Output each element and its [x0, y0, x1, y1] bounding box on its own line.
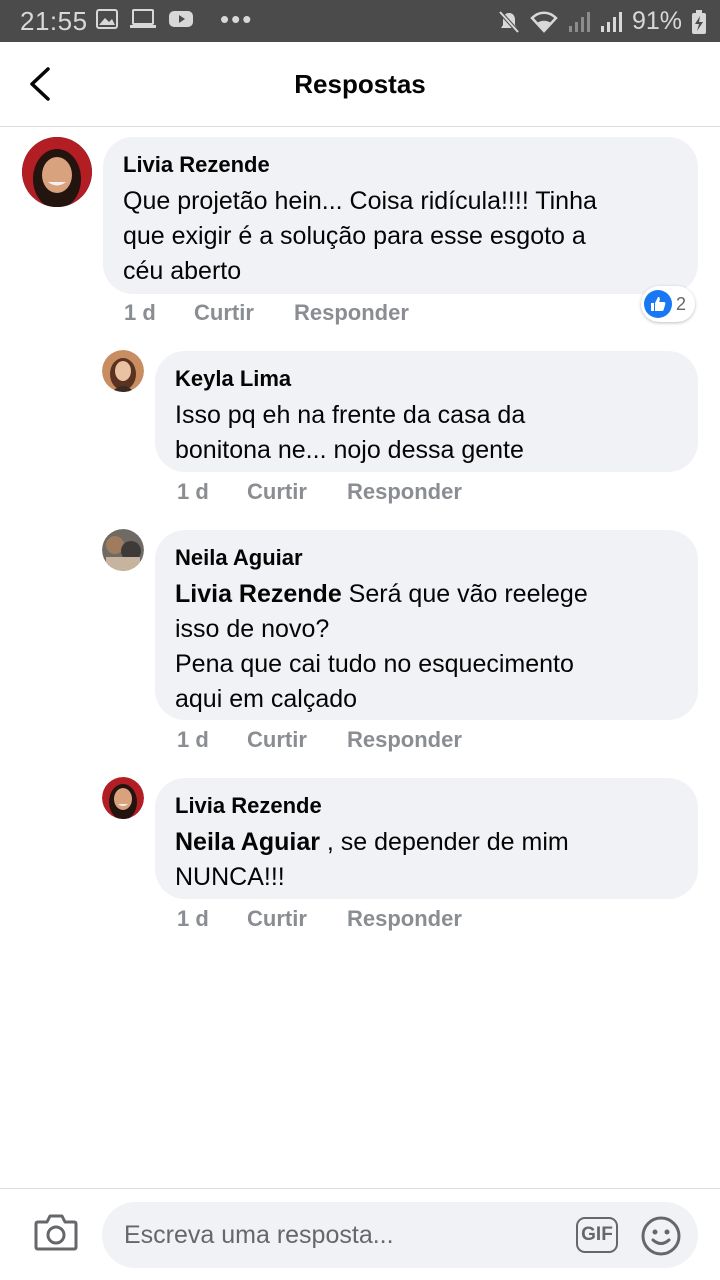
reply-button[interactable]: Responder	[347, 727, 462, 753]
battery-percent: 91%	[631, 7, 682, 35]
smiley-icon	[641, 1216, 681, 1256]
comment-author[interactable]: Keyla Lima	[175, 365, 678, 393]
camera-button[interactable]	[34, 1213, 78, 1256]
comment-time: 1 d	[177, 479, 209, 504]
page-title: Respostas	[294, 69, 426, 99]
status-bar: 21:55 ••• 91%	[0, 0, 720, 42]
signal-icon	[600, 11, 622, 32]
battery-charging-icon	[692, 9, 706, 34]
comment-actions: 1 d Curtir Responder	[177, 727, 462, 753]
comment-author[interactable]: Livia Rezende	[175, 792, 678, 820]
mute-icon	[498, 10, 520, 33]
comment-time: 1 d	[177, 906, 209, 931]
comment-text: Isso pq eh na frente da casa da bonitona…	[175, 401, 526, 464]
signal-icon	[568, 11, 590, 32]
replies-header: Respostas	[0, 42, 720, 127]
reply-button[interactable]: Responder	[294, 300, 409, 326]
reply-button[interactable]: Responder	[347, 906, 462, 932]
comment-bubble[interactable]: Livia Rezende Neila Aguiar , se depender…	[155, 778, 698, 899]
comment-actions: 1 d Curtir Responder	[177, 906, 462, 932]
comment-actions: 1 d Curtir Responder	[177, 479, 462, 505]
comment-bubble[interactable]: Neila Aguiar Livia Rezende Será que vão …	[155, 530, 698, 720]
mention-link[interactable]: Livia Rezende	[175, 580, 342, 608]
youtube-icon	[169, 11, 193, 27]
reply-placeholder: Escreva uma resposta...	[124, 1221, 394, 1249]
camera-icon	[34, 1214, 78, 1251]
gif-button[interactable]: GIF	[576, 1217, 618, 1253]
comment-text: Livia Rezende Será que vão reelege isso …	[175, 580, 588, 713]
comment-text: Neila Aguiar , se depender de mim NUNCA!…	[175, 828, 569, 891]
comment-actions: 1 d Curtir Responder	[124, 300, 409, 326]
reply-composer: Escreva uma resposta... GIF	[0, 1188, 720, 1280]
comment-time: 1 d	[177, 727, 209, 752]
reply-input[interactable]: Escreva uma resposta... GIF	[102, 1202, 698, 1268]
comment-bubble[interactable]: Livia Rezende Que projetão hein... Coisa…	[103, 137, 698, 294]
avatar[interactable]	[102, 350, 144, 392]
comment-author[interactable]: Neila Aguiar	[175, 544, 678, 572]
avatar[interactable]	[102, 529, 144, 571]
avatar[interactable]	[102, 777, 144, 819]
status-time: 21:55	[20, 6, 88, 36]
more-icon: •••	[220, 4, 254, 34]
comment-text: Que projetão hein... Coisa ridícula!!!! …	[123, 187, 597, 285]
like-button[interactable]: Curtir	[194, 300, 294, 326]
like-button[interactable]: Curtir	[247, 727, 347, 753]
comment-time: 1 d	[124, 300, 156, 325]
wifi-icon	[530, 11, 558, 33]
avatar[interactable]	[22, 137, 92, 207]
like-button[interactable]: Curtir	[247, 479, 347, 505]
comment-author[interactable]: Livia Rezende	[123, 151, 678, 179]
cast-icon	[130, 9, 156, 28]
mention-link[interactable]: Neila Aguiar	[175, 828, 320, 856]
reply-button[interactable]: Responder	[347, 479, 462, 505]
image-icon	[96, 9, 118, 29]
emoji-button[interactable]	[640, 1215, 682, 1262]
comment-bubble[interactable]: Keyla Lima Isso pq eh na frente da casa …	[155, 351, 698, 472]
reaction-count[interactable]: 2	[641, 286, 695, 322]
like-reaction-icon	[644, 290, 672, 318]
like-button[interactable]: Curtir	[247, 906, 347, 932]
